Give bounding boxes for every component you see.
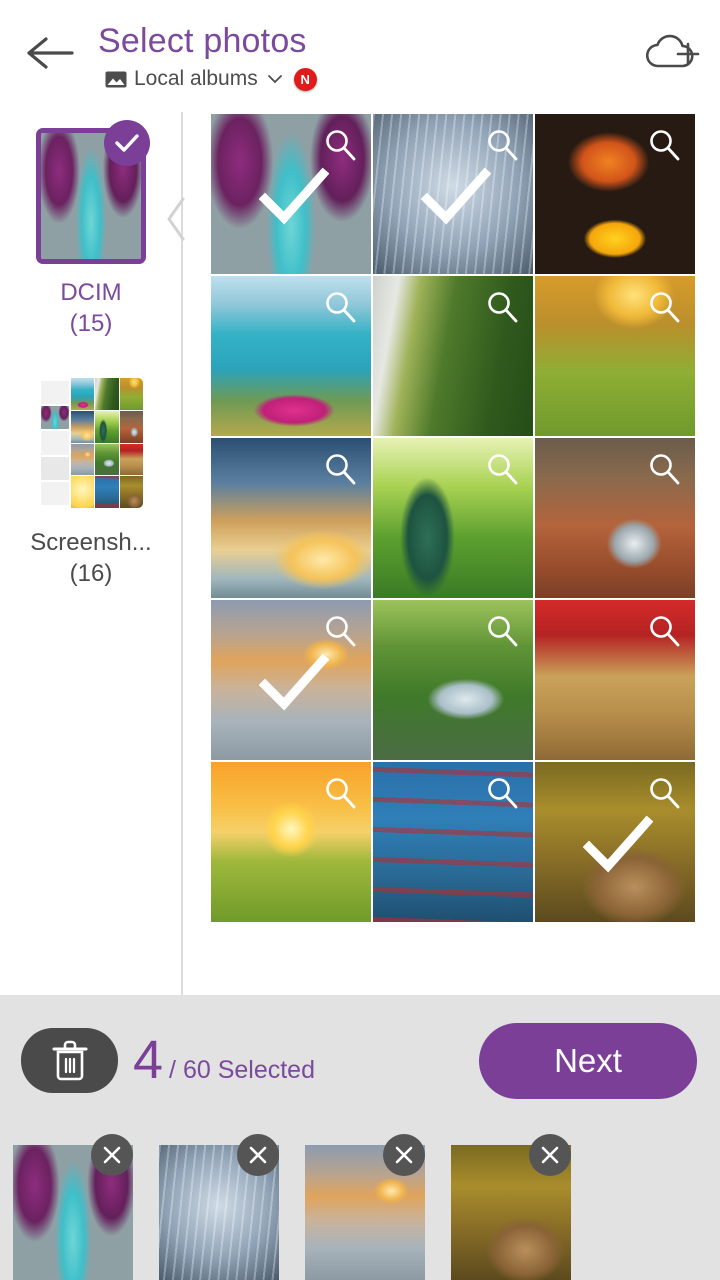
mini-screenshot-preview (39, 378, 143, 508)
photo-cell[interactable] (373, 276, 533, 436)
photo-cell[interactable] (535, 276, 695, 436)
album-item-screenshots[interactable]: Screensh... (16) (0, 378, 182, 588)
remove-thumbnail-button[interactable] (529, 1134, 571, 1176)
album-sidebar: DCIM (15) Screensh... (16) (0, 108, 182, 995)
magnifier-icon[interactable] (647, 452, 681, 486)
magnifier-icon[interactable] (647, 128, 681, 162)
new-badge: N (293, 67, 317, 91)
remove-thumbnail-button[interactable] (383, 1134, 425, 1176)
photo-cell[interactable] (373, 762, 533, 922)
album-name: DCIM (60, 279, 122, 306)
magnifier-icon[interactable] (647, 614, 681, 648)
photo-picker-screen: Select photos Local albums N DCIM (15) S… (0, 0, 720, 1280)
photo-cell[interactable] (211, 114, 371, 274)
selected-thumbnail-item[interactable] (292, 1132, 438, 1280)
sidebar-divider (181, 112, 183, 995)
photo-cell[interactable] (535, 600, 695, 760)
album-thumb-wrap (36, 378, 146, 516)
magnifier-icon[interactable] (323, 290, 357, 324)
photo-selected-check-icon (421, 167, 491, 225)
magnifier-icon[interactable] (485, 290, 519, 324)
close-icon (395, 1146, 413, 1164)
selection-count-number: 4 (133, 1030, 164, 1090)
next-button-label: Next (554, 1042, 622, 1079)
remove-thumbnail-button[interactable] (237, 1134, 279, 1176)
bottom-action-bar: 4 / 60 Selected Next (0, 995, 720, 1280)
magnifier-icon[interactable] (647, 290, 681, 324)
photo-cell[interactable] (211, 600, 371, 760)
trash-icon (52, 1040, 87, 1080)
magnifier-icon[interactable] (485, 776, 519, 810)
magnifier-icon[interactable] (485, 128, 519, 162)
check-icon (115, 134, 139, 152)
album-source-selector[interactable]: Local albums N (98, 64, 578, 94)
album-name: Screensh... (30, 529, 152, 556)
photo-selected-check-icon (583, 815, 653, 873)
header-bar: Select photos Local albums N (0, 0, 720, 108)
photo-cell[interactable] (373, 600, 533, 760)
chevron-down-icon[interactable] (265, 69, 285, 89)
delete-button[interactable] (21, 1028, 118, 1093)
arrow-left-icon (27, 37, 74, 69)
header-title-block: Select photos Local albums N (98, 20, 578, 94)
album-thumb-image (39, 378, 143, 508)
selected-thumbnails-strip (0, 1132, 720, 1280)
selected-thumbnail-item[interactable] (438, 1132, 584, 1280)
image-icon (105, 71, 127, 87)
album-item-dcim[interactable]: DCIM (15) (0, 120, 182, 338)
album-source-label: Local albums (134, 67, 258, 90)
selection-count: 4 / 60 Selected (133, 1033, 315, 1087)
remove-thumbnail-button[interactable] (91, 1134, 133, 1176)
photo-grid (211, 114, 697, 922)
photo-cell[interactable] (373, 438, 533, 598)
album-thumb-wrap (36, 120, 150, 266)
photo-selected-check-icon (259, 167, 329, 225)
magnifier-icon[interactable] (323, 776, 357, 810)
magnifier-icon[interactable] (323, 614, 357, 648)
photo-cell[interactable] (373, 114, 533, 274)
selected-album-pointer-icon (167, 197, 185, 241)
photo-selected-check-icon (259, 653, 329, 711)
album-selected-check (104, 120, 150, 166)
photo-cell[interactable] (535, 762, 695, 922)
photo-cell[interactable] (211, 762, 371, 922)
selection-count-total: / 60 Selected (169, 1056, 315, 1084)
photo-cell[interactable] (211, 438, 371, 598)
page-title: Select photos (98, 22, 307, 60)
back-button[interactable] (22, 28, 78, 78)
album-count: (16) (69, 560, 113, 587)
photo-cell[interactable] (535, 114, 695, 274)
selected-thumbnail-item[interactable] (146, 1132, 292, 1280)
album-thumbnail[interactable] (39, 378, 143, 508)
selected-thumbnail-item[interactable] (0, 1132, 146, 1280)
magnifier-icon[interactable] (323, 128, 357, 162)
close-icon (541, 1146, 559, 1164)
magnifier-icon[interactable] (485, 452, 519, 486)
close-icon (103, 1146, 121, 1164)
close-icon (249, 1146, 267, 1164)
cloud-add-icon (645, 34, 700, 68)
cloud-add-button[interactable] (642, 30, 704, 78)
magnifier-icon[interactable] (485, 614, 519, 648)
magnifier-icon[interactable] (323, 452, 357, 486)
magnifier-icon[interactable] (647, 776, 681, 810)
album-count: (15) (69, 310, 113, 337)
photo-cell[interactable] (535, 438, 695, 598)
photo-cell[interactable] (211, 276, 371, 436)
next-button[interactable]: Next (479, 1023, 697, 1099)
